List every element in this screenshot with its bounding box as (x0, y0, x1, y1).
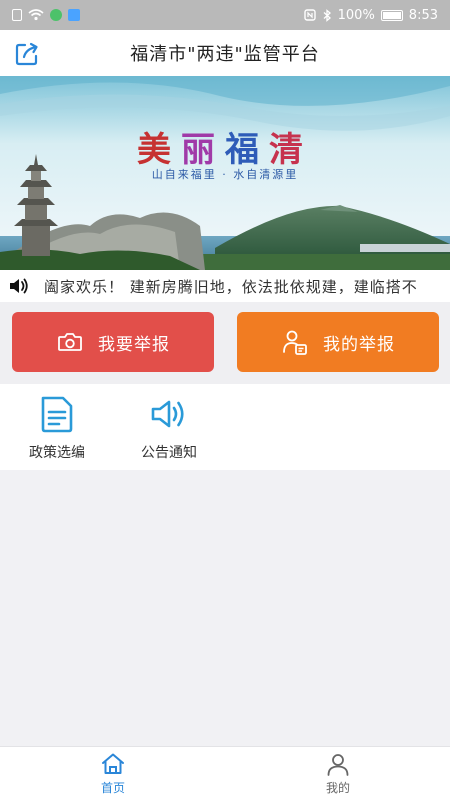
feature-grid: 政策选编 公告通知 (0, 384, 450, 470)
document-icon (41, 396, 73, 433)
status-bar: 100% 8:53 (0, 0, 450, 30)
app-notification-icon-2 (68, 9, 80, 21)
tab-mine[interactable]: 我的 (288, 751, 388, 796)
title-bar: 福清市"两违"监管平台 (0, 30, 450, 76)
share-icon[interactable] (14, 41, 40, 67)
tab-home[interactable]: 首页 (63, 751, 163, 796)
action-button-row: 我要举报 我的举报 (0, 302, 450, 384)
banner-image[interactable]: 美丽福清 山自来福里 · 水自清源里 (0, 76, 450, 270)
my-reports-button-label: 我的举报 (323, 334, 395, 355)
nfc-icon (303, 9, 316, 21)
feature-policy[interactable]: 政策选编 (2, 394, 112, 462)
bottom-tab-bar: 首页 我的 (0, 746, 450, 800)
feature-announcements-label: 公告通知 (141, 445, 197, 461)
status-left-icons (12, 9, 80, 21)
speaker-icon (10, 278, 28, 294)
page-title: 福清市"两违"监管平台 (130, 44, 320, 65)
home-icon (102, 753, 124, 774)
wifi-icon (28, 9, 44, 21)
banner-title: 美丽福清 (137, 130, 313, 170)
my-reports-button[interactable]: 我的举报 (237, 312, 439, 372)
user-icon (327, 754, 349, 776)
user-document-icon (283, 330, 307, 355)
battery-icon (380, 9, 403, 21)
banner-subtitle: 山自来福里 · 水自清源里 (151, 168, 299, 181)
notice-marquee[interactable]: 阖家欢乐！ 建新房腾旧地，依法批依规建，建临搭不 (0, 270, 450, 302)
report-button-label: 我要举报 (98, 334, 170, 355)
feature-policy-label: 政策选编 (29, 445, 85, 461)
feature-announcements[interactable]: 公告通知 (114, 394, 224, 462)
sim-icon (12, 9, 22, 21)
clock: 8:53 (408, 7, 438, 23)
tab-home-label: 首页 (100, 781, 125, 795)
report-button[interactable]: 我要举报 (12, 312, 214, 372)
tab-mine-label: 我的 (325, 781, 350, 795)
status-right-icons: 100% 8:53 (303, 7, 438, 23)
app-notification-icon (50, 9, 62, 21)
bluetooth-icon (323, 8, 331, 22)
camera-icon (58, 333, 82, 351)
battery-percent: 100% (337, 7, 375, 23)
notice-text: 阖家欢乐！ 建新房腾旧地，依法批依规建，建临搭不 (44, 277, 418, 296)
speaker-icon (151, 400, 184, 428)
